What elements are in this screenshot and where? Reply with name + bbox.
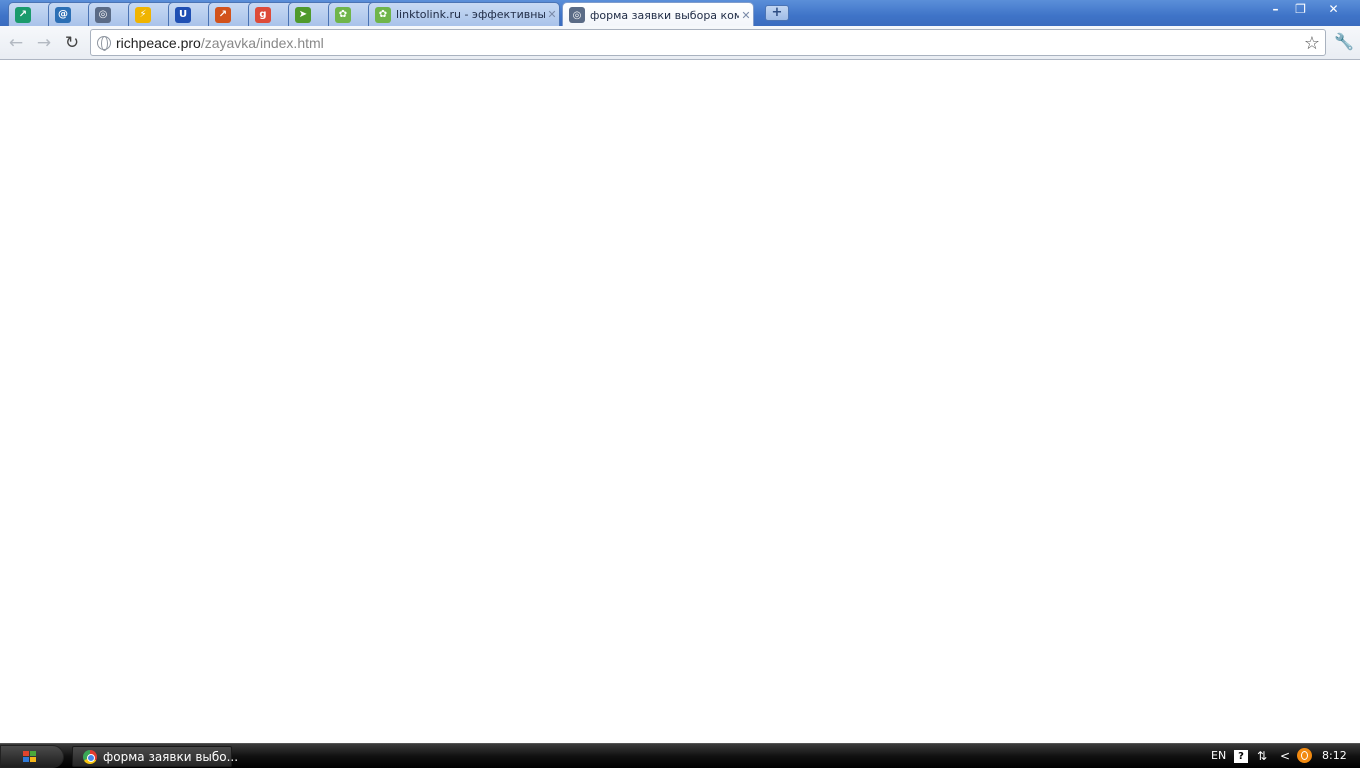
back-button[interactable]: ←	[5, 32, 27, 54]
at-sign-icon: @	[55, 6, 71, 23]
start-button[interactable]	[0, 745, 64, 768]
url-path: /zayavka/index.html	[200, 35, 324, 51]
tab-close-icon[interactable]: ✕	[739, 9, 753, 22]
tab-9[interactable]: ✿ linktolink.ru - эффективный о✕	[368, 2, 560, 26]
clock[interactable]: 8:12	[1322, 749, 1347, 762]
taskbar-item-label: форма заявки выбо...	[103, 749, 239, 764]
bookmark-star-icon[interactable]: ☆	[1304, 33, 1320, 54]
address-bar[interactable]: richpeace.pro/zayavka/index.html ☆	[90, 29, 1326, 56]
windows-logo-icon	[23, 751, 37, 763]
minimize-button[interactable]: –	[1262, 0, 1289, 18]
globe-icon: ◎	[95, 6, 111, 23]
tab-title: форма заявки выбора компл	[590, 8, 739, 22]
taskbar: форма заявки выбо... EN ? ⇅ < 8:12	[0, 743, 1360, 768]
taskbar-item-chrome[interactable]: форма заявки выбо...	[72, 746, 238, 767]
odnoklassniki-icon[interactable]	[1297, 748, 1312, 763]
tab-strip: ↗@◎⚡U↗g➤✿✿linktolink.ru - эффективный о✕…	[0, 0, 1360, 27]
chart-icon: ↗	[215, 6, 231, 23]
forward-button[interactable]: →	[33, 32, 55, 54]
page-viewport	[0, 61, 1360, 743]
green-square-icon: ↗	[15, 6, 31, 23]
tab-10[interactable]: ◎ форма заявки выбора компл✕	[562, 2, 754, 27]
globe-icon: ◎	[569, 7, 585, 23]
globe-icon	[97, 36, 111, 51]
url-text[interactable]: richpeace.pro/zayavka/index.html	[116, 35, 324, 51]
green-arrow-icon: ➤	[295, 6, 311, 23]
tab-title: linktolink.ru - эффективный о	[396, 8, 545, 21]
tab-close-icon[interactable]: ✕	[545, 8, 559, 21]
help-icon[interactable]: ?	[1234, 750, 1248, 763]
chrome-icon	[83, 749, 97, 764]
google-icon: g	[255, 6, 271, 23]
network-icon[interactable]: ⇅	[1257, 749, 1267, 763]
show-hidden-icons-button[interactable]: <	[1280, 749, 1290, 763]
linktolink-icon: ✿	[375, 6, 391, 23]
wrench-icon[interactable]: 🔧	[1334, 32, 1354, 51]
restore-button[interactable]: ❐	[1287, 0, 1314, 18]
lightning-icon: ⚡	[135, 6, 151, 23]
reload-button[interactable]: ↻	[61, 32, 83, 54]
linktolink-icon: ✿	[335, 6, 351, 23]
new-tab-button[interactable]: +	[765, 5, 789, 21]
u-letter-icon: U	[175, 6, 191, 23]
url-host: richpeace.pro	[116, 35, 201, 51]
browser-toolbar: ← → ↻ richpeace.pro/zayavka/index.html ☆…	[0, 26, 1360, 60]
language-indicator[interactable]: EN	[1211, 749, 1226, 762]
close-window-button[interactable]: ✕	[1320, 0, 1347, 18]
